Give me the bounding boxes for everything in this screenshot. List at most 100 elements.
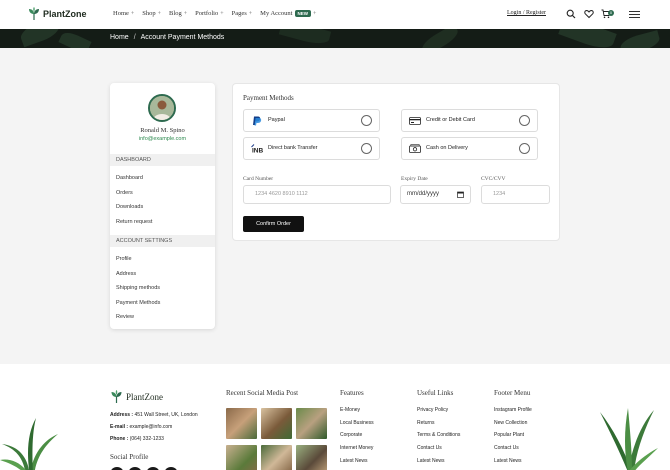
- payment-option-label: Direct bank Transfer: [268, 145, 318, 151]
- phone-label: Phone :: [110, 436, 129, 442]
- nav-label: Shop: [142, 10, 156, 17]
- footer-link[interactable]: Contact Us: [494, 445, 519, 451]
- sidebar-item-return-request[interactable]: Return request: [116, 219, 152, 225]
- nav-item-my-account[interactable]: My Account NEW +: [260, 10, 316, 17]
- sidebar-item-payment-methods[interactable]: Payment Methods: [116, 300, 160, 306]
- payment-option-label: Credit or Debit Card: [426, 117, 475, 123]
- nav-label: Pages: [231, 10, 247, 17]
- card-number-input[interactable]: 1234 4620 8910 1112: [243, 185, 391, 204]
- plus-icon: +: [313, 10, 317, 17]
- payment-option-bank[interactable]: INB Direct bank Transfer: [243, 137, 380, 160]
- new-badge: NEW: [294, 10, 311, 17]
- confirm-order-button[interactable]: Confirm Order: [243, 216, 304, 232]
- footer-link[interactable]: Latest News: [494, 458, 522, 464]
- breadcrumb-home[interactable]: Home: [110, 34, 129, 41]
- brand-name: PlantZone: [43, 9, 87, 19]
- cvc-label: CVC/CVV: [481, 176, 506, 182]
- plus-icon: +: [220, 10, 224, 17]
- footer-link[interactable]: Returns: [417, 420, 435, 426]
- user-email[interactable]: info@example.com: [110, 136, 215, 142]
- nav-label: Blog: [169, 10, 182, 17]
- footer-brand-name: PlantZone: [126, 392, 163, 402]
- breadcrumb-separator: /: [133, 34, 136, 41]
- menu-icon[interactable]: [629, 11, 640, 18]
- footer-link[interactable]: Popular Plant: [494, 432, 524, 438]
- nav-item-pages[interactable]: Pages +: [232, 10, 253, 17]
- login-register-link[interactable]: Login / Register: [507, 10, 546, 16]
- cash-icon: [409, 144, 421, 153]
- calendar-icon[interactable]: [457, 191, 464, 198]
- svg-text:INB: INB: [252, 148, 263, 155]
- footer-address: Address : 451 Wall Street, UK, London: [110, 412, 198, 418]
- footer-link[interactable]: Corporate: [340, 432, 362, 438]
- footer-menu-heading: Footer Menu: [494, 389, 531, 397]
- features-heading: Features: [340, 389, 364, 397]
- payment-option-label: Cash on Delivery: [426, 145, 468, 151]
- footer-brand-logo[interactable]: PlantZone: [110, 390, 163, 404]
- footer-link[interactable]: Terms & Conditions: [417, 432, 460, 438]
- sidebar-item-dashboard[interactable]: Dashboard: [116, 175, 143, 181]
- sidebar-item-downloads[interactable]: Downloads: [116, 204, 143, 210]
- footer-phone: Phone : (064) 332-1233: [110, 436, 164, 442]
- user-name: Ronald M. Spino: [140, 127, 185, 134]
- sidebar-item-address[interactable]: Address: [116, 271, 136, 277]
- social-post-thumb[interactable]: [261, 408, 292, 439]
- heart-icon[interactable]: [584, 9, 594, 19]
- nav-item-portfolio[interactable]: Portfolio +: [195, 10, 224, 17]
- social-post-thumb[interactable]: [296, 445, 327, 470]
- breadcrumb: Home / Account Payment Methods: [110, 34, 224, 41]
- plus-icon: +: [130, 10, 135, 17]
- address-label: Address :: [110, 412, 134, 418]
- nav-label: Home: [113, 10, 129, 17]
- radio-button[interactable]: [519, 143, 530, 154]
- nav-item-home[interactable]: Home +: [113, 10, 134, 17]
- email-value[interactable]: example@info.com: [129, 424, 172, 430]
- social-post-thumb[interactable]: [226, 445, 257, 470]
- footer-link[interactable]: Latest News: [417, 458, 445, 464]
- plus-icon: +: [157, 10, 162, 17]
- payment-option-card[interactable]: Credit or Debit Card: [401, 109, 538, 132]
- cart-count-badge: 0: [608, 10, 614, 16]
- footer-link[interactable]: Privacy Policy: [417, 407, 448, 413]
- plant-logo-icon: [29, 7, 39, 20]
- payment-methods-panel: Payment Methods Paypal Credit or Debit C…: [232, 83, 560, 241]
- social-post-thumb[interactable]: [261, 445, 292, 470]
- section-account-settings: ACCOUNT SETTINGS: [110, 235, 215, 247]
- social-post-thumb[interactable]: [226, 408, 257, 439]
- bank-icon: INB: [251, 144, 263, 154]
- account-sidebar: Ronald M. Spino info@example.com DASHBOA…: [110, 83, 215, 329]
- nav-label: Portfolio: [195, 10, 219, 17]
- plant-decoration-right: [600, 408, 658, 470]
- expiry-date-input[interactable]: mm/dd/yyyy: [400, 185, 471, 204]
- site-footer: PlantZone Address : 451 Wall Street, UK,…: [0, 364, 670, 470]
- footer-email: E-mail : example@info.com: [110, 424, 172, 430]
- radio-button[interactable]: [361, 115, 372, 126]
- nav-item-shop[interactable]: Shop +: [142, 10, 161, 17]
- sidebar-item-review[interactable]: Review: [116, 314, 134, 320]
- footer-link[interactable]: Instagram Profile: [494, 407, 532, 413]
- sidebar-item-orders[interactable]: Orders: [116, 190, 133, 196]
- avatar: [148, 94, 176, 122]
- sidebar-item-shipping-methods[interactable]: Shipping methods: [116, 285, 160, 291]
- social-media-heading: Recent Social Media Post: [226, 389, 299, 397]
- radio-button[interactable]: [361, 143, 372, 154]
- sidebar-item-profile[interactable]: Profile: [116, 256, 132, 262]
- footer-link[interactable]: Internet Money: [340, 445, 373, 451]
- search-icon[interactable]: [566, 9, 576, 19]
- footer-link[interactable]: Latest News: [340, 458, 368, 464]
- cvc-input[interactable]: 1234: [481, 185, 550, 204]
- payment-option-cash[interactable]: Cash on Delivery: [401, 137, 538, 160]
- radio-button[interactable]: [519, 115, 530, 126]
- nav-item-blog[interactable]: Blog +: [169, 10, 187, 17]
- footer-link[interactable]: Local Business: [340, 420, 374, 426]
- footer-link[interactable]: New Collection: [494, 420, 527, 426]
- footer-link[interactable]: E-Money: [340, 407, 360, 413]
- social-post-thumb[interactable]: [296, 408, 327, 439]
- brand-logo[interactable]: PlantZone: [28, 7, 87, 21]
- breadcrumb-banner: Home / Account Payment Methods: [0, 29, 670, 48]
- footer-link[interactable]: Contact Us: [417, 445, 442, 451]
- credit-card-icon: [409, 117, 421, 125]
- plus-icon: +: [183, 10, 188, 17]
- main-nav: Home + Shop + Blog + Portfolio + Pages + My A…: [113, 10, 316, 17]
- payment-option-paypal[interactable]: Paypal: [243, 109, 380, 132]
